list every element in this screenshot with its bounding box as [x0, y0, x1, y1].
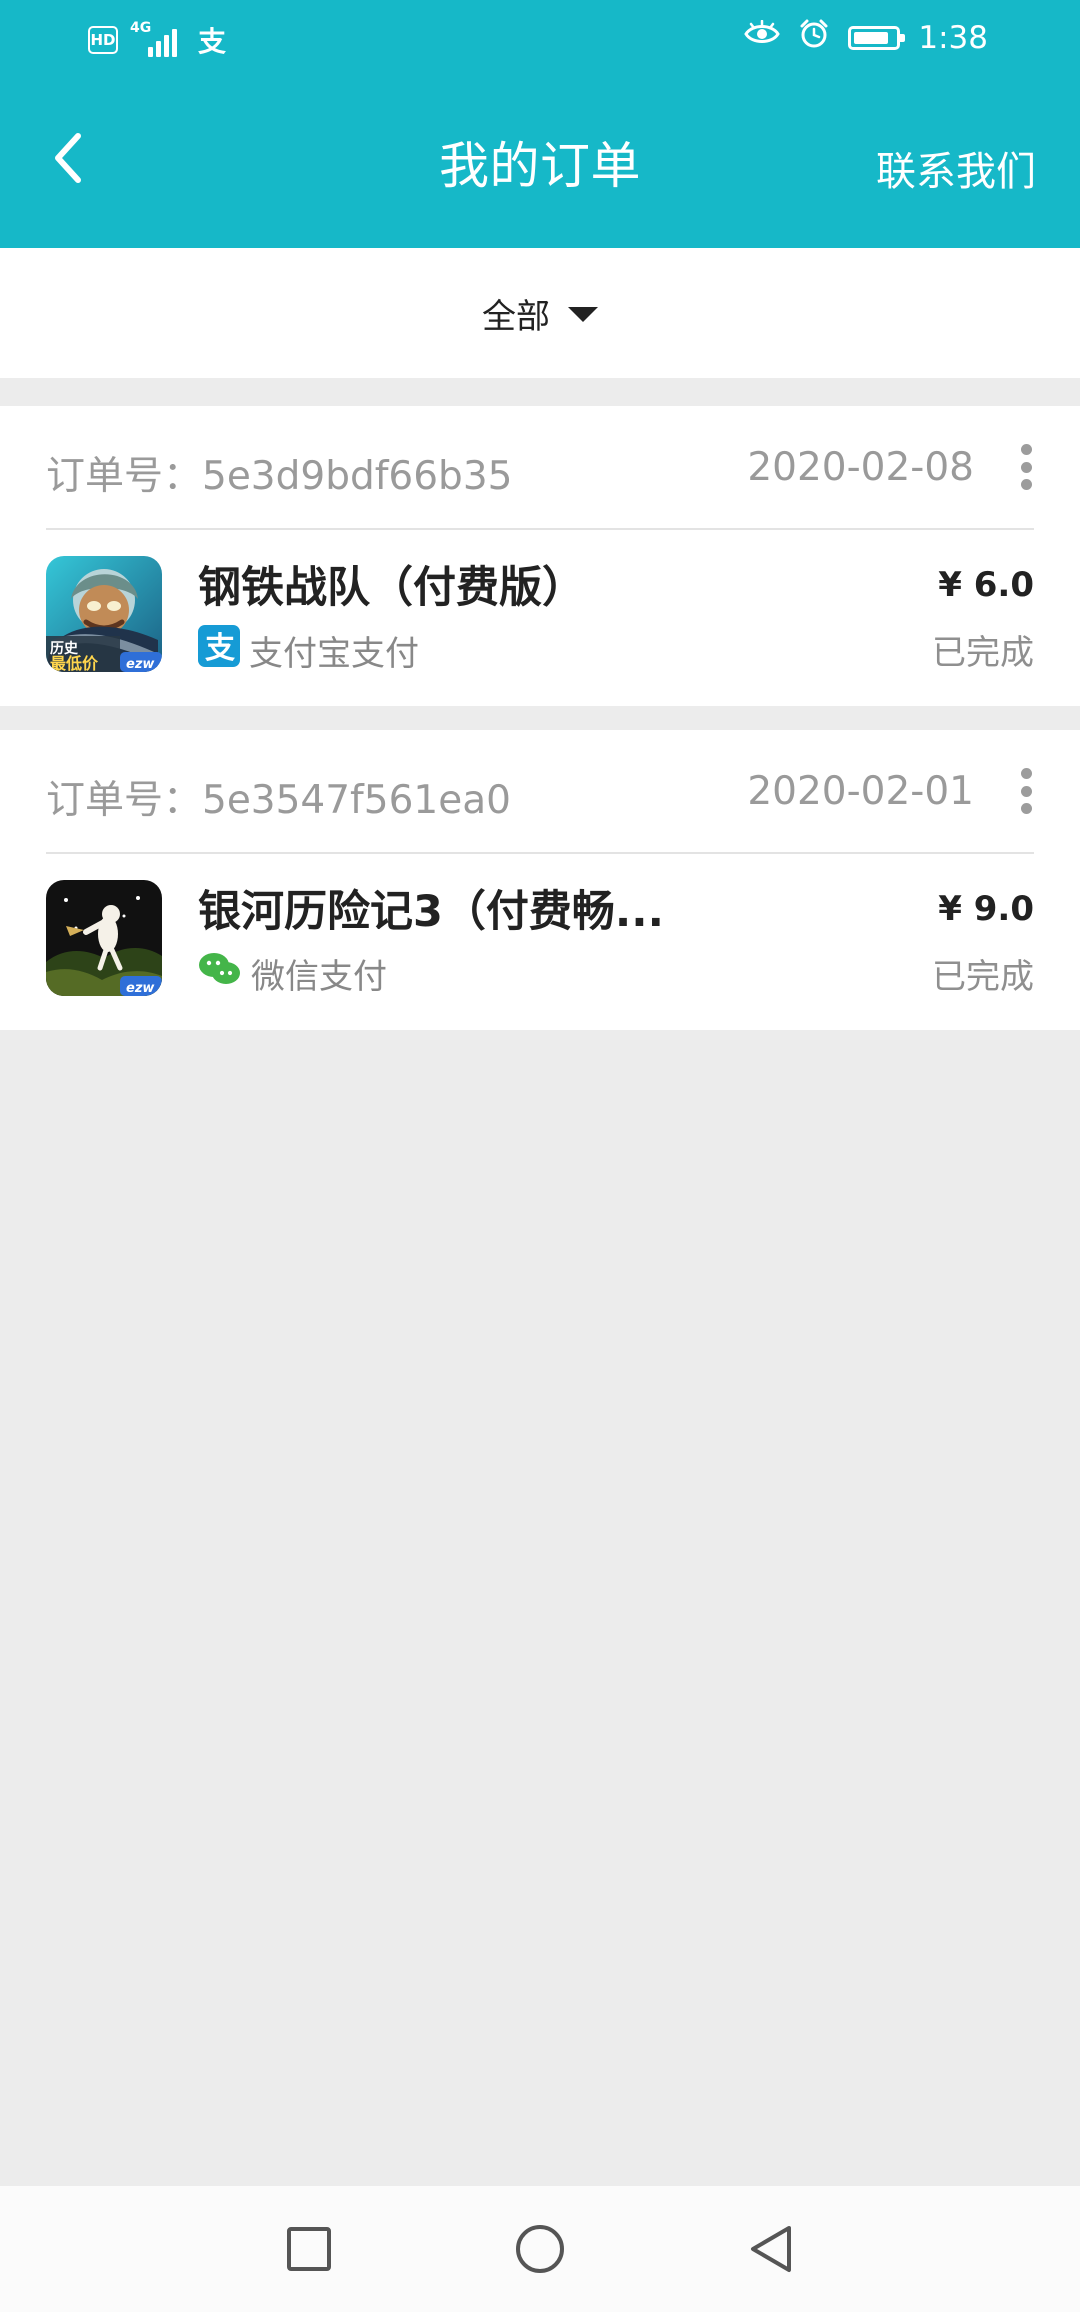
order-card[interactable]: 订单号：5e3547f561ea0 2020-02-01 ezw 银河历险记3（… — [0, 730, 1080, 1030]
alipay-icon: 支 — [198, 625, 240, 676]
order-header-row: 订单号：5e3547f561ea0 2020-02-01 — [46, 730, 1034, 854]
payment-method-label: 支付宝支付 — [249, 634, 419, 674]
order-number: 订单号：5e3547f561ea0 — [46, 778, 511, 823]
back-triangle-icon — [751, 2226, 791, 2272]
system-navigation-bar — [0, 2186, 1080, 2312]
alarm-icon — [798, 18, 830, 58]
battery-fill — [854, 32, 889, 44]
square-icon — [287, 2227, 331, 2271]
order-card[interactable]: 订单号：5e3d9bdf66b35 2020-02-08 历史 最低价 ezw … — [0, 406, 1080, 706]
filter-bar: 全部 — [0, 248, 1080, 378]
more-dot — [1020, 768, 1032, 779]
more-dot — [1020, 444, 1032, 455]
status-bar: HD 4G 支 1:38 — [0, 0, 1080, 80]
payment-method: 支 支付宝支付 — [198, 625, 419, 676]
more-dot — [1020, 785, 1032, 797]
dropdown-arrow-icon — [568, 306, 598, 322]
order-price: ¥ 9.0 — [938, 889, 1034, 929]
network-signal-icon: 4G — [130, 20, 186, 57]
status-left-group: HD 4G 支 — [88, 20, 226, 60]
alipay-notification-icon: 支 — [198, 25, 227, 58]
status-time: 1:38 — [918, 20, 988, 56]
game-artwork-icon: 历史 最低价 ezw — [46, 556, 162, 672]
filter-selected-label: 全部 — [482, 296, 550, 337]
more-dot — [1020, 803, 1032, 814]
icon-badge-line2: 最低价 — [50, 654, 99, 672]
order-status: 已完成 — [932, 633, 1034, 673]
more-dot — [1020, 479, 1032, 490]
app-name: 银河历险记3（付费畅... — [198, 887, 664, 937]
icon-tag: ezw — [126, 657, 155, 672]
more-options-button[interactable] — [1018, 768, 1034, 814]
icon-tag: ezw — [126, 981, 155, 996]
recent-apps-button[interactable] — [254, 2186, 364, 2312]
back-system-button[interactable] — [716, 2186, 826, 2312]
order-header-row: 订单号：5e3d9bdf66b35 2020-02-08 — [46, 406, 1034, 530]
hd-icon: HD — [88, 26, 118, 54]
app-name: 钢铁战队（付费版） — [198, 563, 585, 613]
top-app-bar: HD 4G 支 1:38 我的订单 联系我们 — [0, 0, 1080, 248]
status-right-group: 1:38 — [744, 18, 988, 58]
page-header: 我的订单 联系我们 — [0, 92, 1080, 234]
order-date: 2020-02-01 — [747, 769, 974, 814]
app-icon-steel-team[interactable]: 历史 最低价 ezw — [46, 556, 162, 672]
order-number: 订单号：5e3d9bdf66b35 — [46, 454, 513, 499]
payment-method-label: 微信支付 — [251, 957, 387, 997]
app-icon-galaxy-adventure[interactable]: ezw — [46, 880, 162, 996]
order-price: ¥ 6.0 — [938, 565, 1034, 605]
wechat-pay-icon — [198, 949, 242, 998]
order-status: 已完成 — [932, 957, 1034, 997]
circle-icon — [516, 2225, 564, 2273]
signal-bars — [148, 29, 177, 57]
order-date: 2020-02-08 — [747, 445, 974, 490]
eye-comfort-icon — [744, 19, 781, 56]
more-dot — [1020, 461, 1032, 473]
home-button[interactable] — [485, 2186, 595, 2312]
order-filter-dropdown[interactable]: 全部 — [482, 289, 598, 338]
svg-text:支: 支 — [205, 631, 235, 666]
payment-method: 微信支付 — [198, 949, 387, 998]
game-artwork-icon: ezw — [46, 880, 162, 996]
contact-us-link[interactable]: 联系我们 — [876, 139, 1036, 197]
more-options-button[interactable] — [1018, 444, 1034, 490]
battery-icon — [848, 26, 906, 50]
